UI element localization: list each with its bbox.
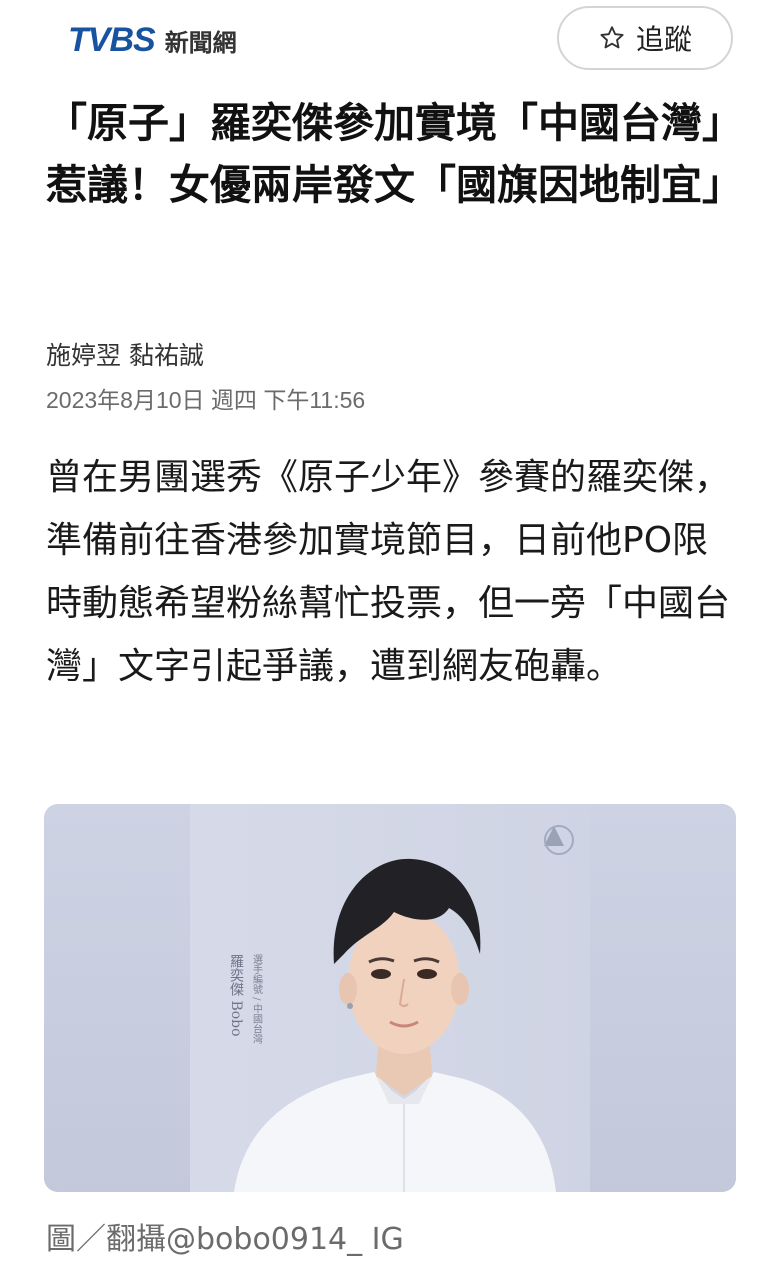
photo-side-note: 選手編號 / 中國台灣 xyxy=(251,953,263,1045)
follow-button[interactable]: 追蹤 xyxy=(557,6,733,70)
article-datetime: 2023年8月10日 週四 下午11:56 xyxy=(46,387,366,413)
article-authors: 施婷翌 黏祐誠 xyxy=(46,341,204,370)
article-headline: 「原子」羅奕傑參加實境「中國台灣」惹議！女優兩岸發文「國旗因地制宜」 xyxy=(46,99,743,209)
article-lede: 曾在男團選秀《原子少年》參賽的羅奕傑，準備前往香港參加實境節目，日前他PO限時動… xyxy=(46,457,731,687)
article-photo[interactable]: 羅奕傑 Bobo 選手編號 / 中國台灣 xyxy=(44,804,736,1192)
photo-caption: 圖／翻攝@bobo0914_ IG xyxy=(46,1222,404,1257)
top-bar: TVBS 新聞網 追蹤 xyxy=(0,0,779,80)
portrait-illustration: 羅奕傑 Bobo 選手編號 / 中國台灣 xyxy=(44,804,736,1192)
star-outline-icon xyxy=(600,26,624,49)
logo-text: 新聞網 xyxy=(164,28,237,57)
photo-name-tag: 羅奕傑 Bobo xyxy=(228,954,244,1037)
tvbs-logo[interactable]: TVBS 新聞網 xyxy=(68,18,237,62)
logo-mark: TVBS xyxy=(68,20,156,59)
follow-label: 追蹤 xyxy=(635,23,692,56)
